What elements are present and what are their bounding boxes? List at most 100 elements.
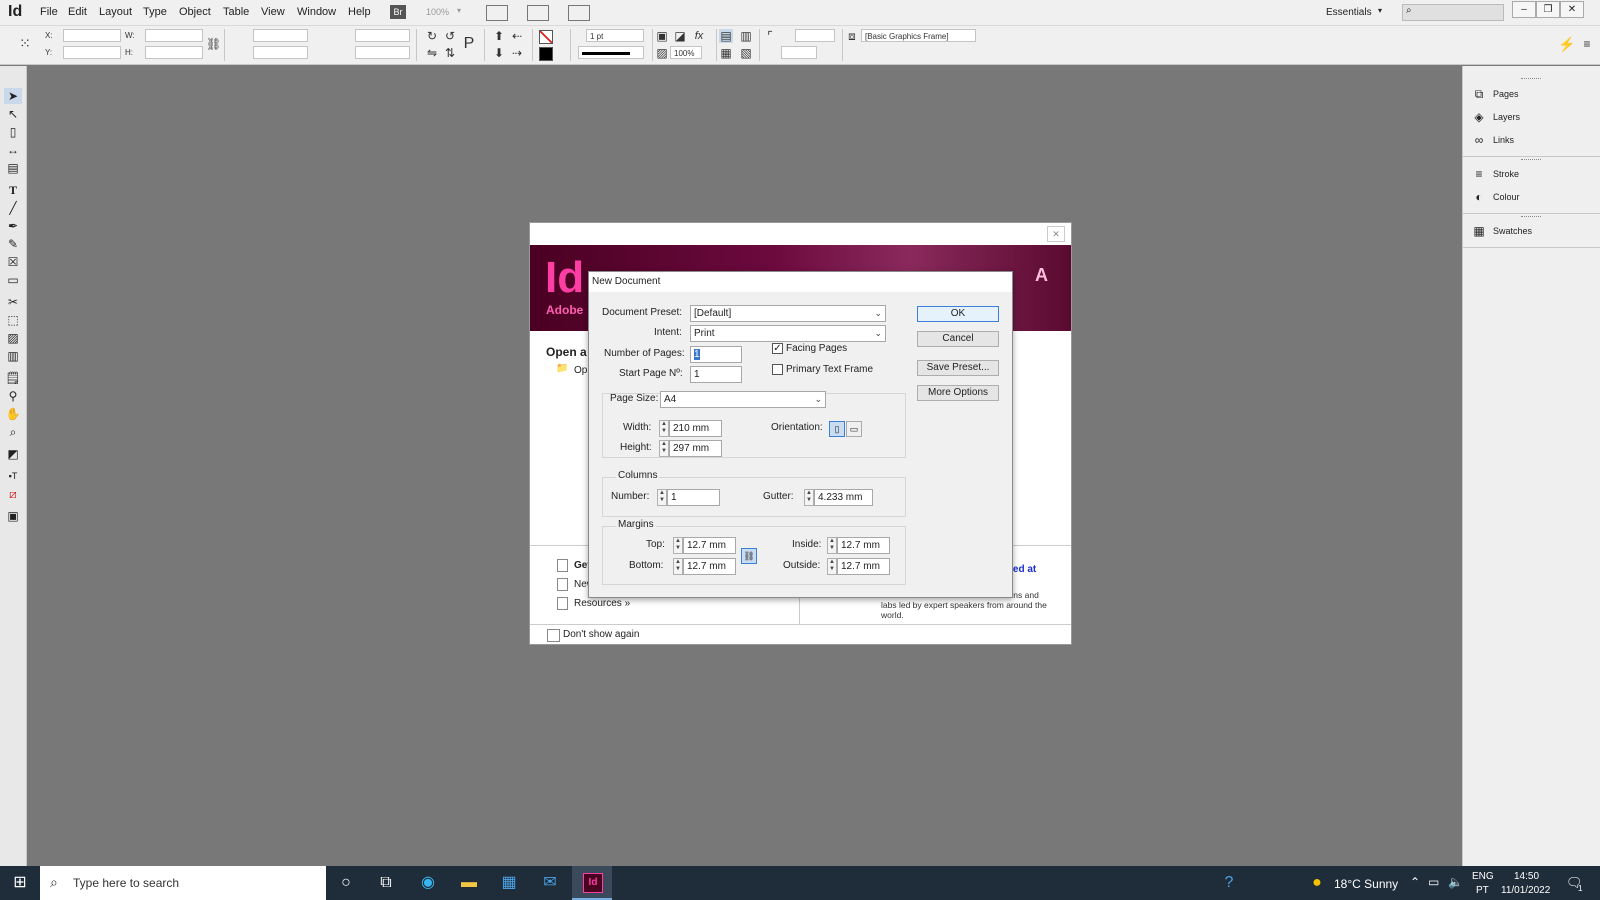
scale-y-field[interactable] xyxy=(253,46,308,59)
drop-shadow-icon[interactable]: ◪ xyxy=(673,29,687,43)
screen-mode-icon[interactable] xyxy=(527,5,549,21)
clock-time[interactable]: 14:50 xyxy=(1514,871,1539,882)
top-stepper[interactable]: ▲ ▼ xyxy=(673,537,683,554)
flip-vertical-icon[interactable]: ⇅ xyxy=(443,46,457,60)
inside-input[interactable]: 12.7 mm xyxy=(837,537,890,554)
free-transform-tool-icon[interactable]: ⬚ xyxy=(4,312,22,328)
panel-colour[interactable]: ◐ Colour xyxy=(1471,188,1597,208)
menu-view[interactable]: View xyxy=(261,6,285,18)
landscape-icon[interactable]: ▭ xyxy=(846,421,862,437)
width-field[interactable] xyxy=(145,29,203,42)
zoom-level[interactable]: 100% xyxy=(426,7,449,17)
bottom-input[interactable]: 12.7 mm xyxy=(683,558,736,575)
note-tool-icon[interactable]: 🗒 xyxy=(4,370,22,386)
panel-stroke[interactable]: ≡ Stroke xyxy=(1471,165,1597,185)
hand-tool-icon[interactable]: ✋ xyxy=(4,406,22,422)
line-tool-icon[interactable]: ╱ xyxy=(4,200,22,216)
primary-text-frame-checkbox[interactable] xyxy=(772,364,783,375)
object-style-icon[interactable]: ⧈ xyxy=(845,29,859,43)
pencil-tool-icon[interactable]: ✎ xyxy=(4,236,22,252)
rectangle-frame-tool-icon[interactable]: ☒ xyxy=(4,254,22,270)
fill-stroke-icon[interactable]: ◩ xyxy=(4,446,22,462)
edge-icon[interactable]: ◉ xyxy=(417,872,439,894)
reference-point-icon[interactable]: ⁙ xyxy=(18,36,32,50)
page-size-select[interactable]: A4 ⌄ xyxy=(660,391,826,408)
close-button[interactable]: ✕ xyxy=(1560,1,1584,18)
arrange-documents-icon[interactable] xyxy=(568,5,590,21)
featured-link[interactable]: red at xyxy=(1009,564,1036,575)
flip-horizontal-icon[interactable]: ⇋ xyxy=(425,46,439,60)
panel-menu-icon[interactable]: ≡ xyxy=(1580,37,1594,51)
menu-type[interactable]: Type xyxy=(143,6,167,18)
stroke-swatch[interactable] xyxy=(539,47,553,61)
portrait-icon[interactable]: ▯ xyxy=(829,421,845,437)
panel-pages[interactable]: ⧉ Pages xyxy=(1471,85,1597,105)
rotation-field[interactable] xyxy=(355,29,410,42)
menu-object[interactable]: Object xyxy=(179,6,211,18)
center-content-icon[interactable]: ▦ xyxy=(719,46,733,60)
select-container-icon[interactable]: ⬆ xyxy=(492,29,506,43)
menu-layout[interactable]: Layout xyxy=(99,6,132,18)
fill-swatch[interactable] xyxy=(539,30,553,44)
screen-mode-icon[interactable]: ▣ xyxy=(4,508,22,524)
windows-start-icon[interactable]: ⊞ xyxy=(9,872,31,894)
effects-icon[interactable]: fx xyxy=(692,29,706,43)
stroke-type-select[interactable] xyxy=(578,46,644,59)
start-page-input[interactable]: 1 xyxy=(690,366,742,383)
select-previous-icon[interactable]: ⇠ xyxy=(510,29,524,43)
gradient-feather-tool-icon[interactable]: ▥ xyxy=(4,348,22,364)
top-input[interactable]: 12.7 mm xyxy=(683,537,736,554)
width-input[interactable]: 210 mm xyxy=(669,420,722,437)
selection-tool-icon[interactable]: ➤ xyxy=(4,88,22,104)
chevron-up-icon[interactable]: ⌃ xyxy=(1410,875,1420,889)
corner-shape-select[interactable] xyxy=(781,46,817,59)
scale-x-field[interactable] xyxy=(253,29,308,42)
chevron-down-icon[interactable]: ▾ xyxy=(457,6,461,15)
zoom-tool-icon[interactable]: ⌕ xyxy=(4,424,22,440)
resources-link[interactable]: Resources » xyxy=(574,598,630,609)
rectangle-tool-icon[interactable]: ▭ xyxy=(4,272,22,288)
y-field[interactable] xyxy=(63,46,121,59)
height-stepper[interactable]: ▲ ▼ xyxy=(659,440,669,457)
bridge-button[interactable]: Br xyxy=(390,5,406,19)
inside-stepper[interactable]: ▲ ▼ xyxy=(827,537,837,554)
fit-content-icon[interactable]: ▥ xyxy=(739,29,753,43)
columns-stepper[interactable]: ▲ ▼ xyxy=(657,489,667,506)
file-explorer-icon[interactable]: ▬ xyxy=(458,872,480,894)
task-view-icon[interactable]: ⧉ xyxy=(375,872,397,894)
select-content-icon[interactable]: ⬇ xyxy=(492,46,506,60)
taskbar-search[interactable]: ⌕ Type here to search xyxy=(40,866,326,900)
panel-layers[interactable]: ◈ Layers xyxy=(1471,108,1597,128)
close-icon[interactable]: ✕ xyxy=(1047,226,1065,242)
store-icon[interactable]: ▦ xyxy=(498,872,520,894)
clock-date[interactable]: 11/01/2022 xyxy=(1501,885,1550,896)
view-options-icon[interactable] xyxy=(486,5,508,21)
cortana-icon[interactable]: ○ xyxy=(335,872,357,894)
more-options-button[interactable]: More Options xyxy=(917,385,999,401)
help-icon[interactable]: ? xyxy=(1218,872,1240,894)
facing-pages-checkbox[interactable]: ✓ xyxy=(772,343,783,354)
restore-button[interactable]: ❐ xyxy=(1536,1,1560,18)
volume-icon[interactable]: 🔈 xyxy=(1448,875,1463,889)
menu-table[interactable]: Table xyxy=(223,6,249,18)
workspace-switcher[interactable]: Essentials xyxy=(1326,7,1372,18)
mail-icon[interactable]: ✉ xyxy=(539,872,561,894)
scissors-tool-icon[interactable]: ✂ xyxy=(4,294,22,310)
corner-size-field[interactable] xyxy=(795,29,835,42)
text-wrap-icon[interactable]: ▣ xyxy=(655,29,669,43)
link-margins-icon[interactable]: ⛓ xyxy=(741,548,757,564)
gradient-swatch-tool-icon[interactable]: ▨ xyxy=(4,330,22,346)
shear-field[interactable] xyxy=(355,46,410,59)
menu-edit[interactable]: Edit xyxy=(68,6,87,18)
page-tool-icon[interactable]: ▯ xyxy=(4,124,22,140)
ok-button[interactable]: OK xyxy=(917,306,999,322)
indesign-taskbar-button[interactable]: Id xyxy=(572,866,612,900)
gutter-input[interactable]: 4.233 mm xyxy=(814,489,873,506)
dont-show-checkbox[interactable] xyxy=(547,629,560,642)
stroke-weight-field[interactable]: 1 pt xyxy=(586,29,644,42)
type-tool-icon[interactable]: T xyxy=(4,182,22,198)
direct-selection-tool-icon[interactable]: ↖ xyxy=(4,106,22,122)
height-input[interactable]: 297 mm xyxy=(669,440,722,457)
open-link[interactable]: Op xyxy=(574,365,587,376)
cancel-button[interactable]: Cancel xyxy=(917,331,999,347)
